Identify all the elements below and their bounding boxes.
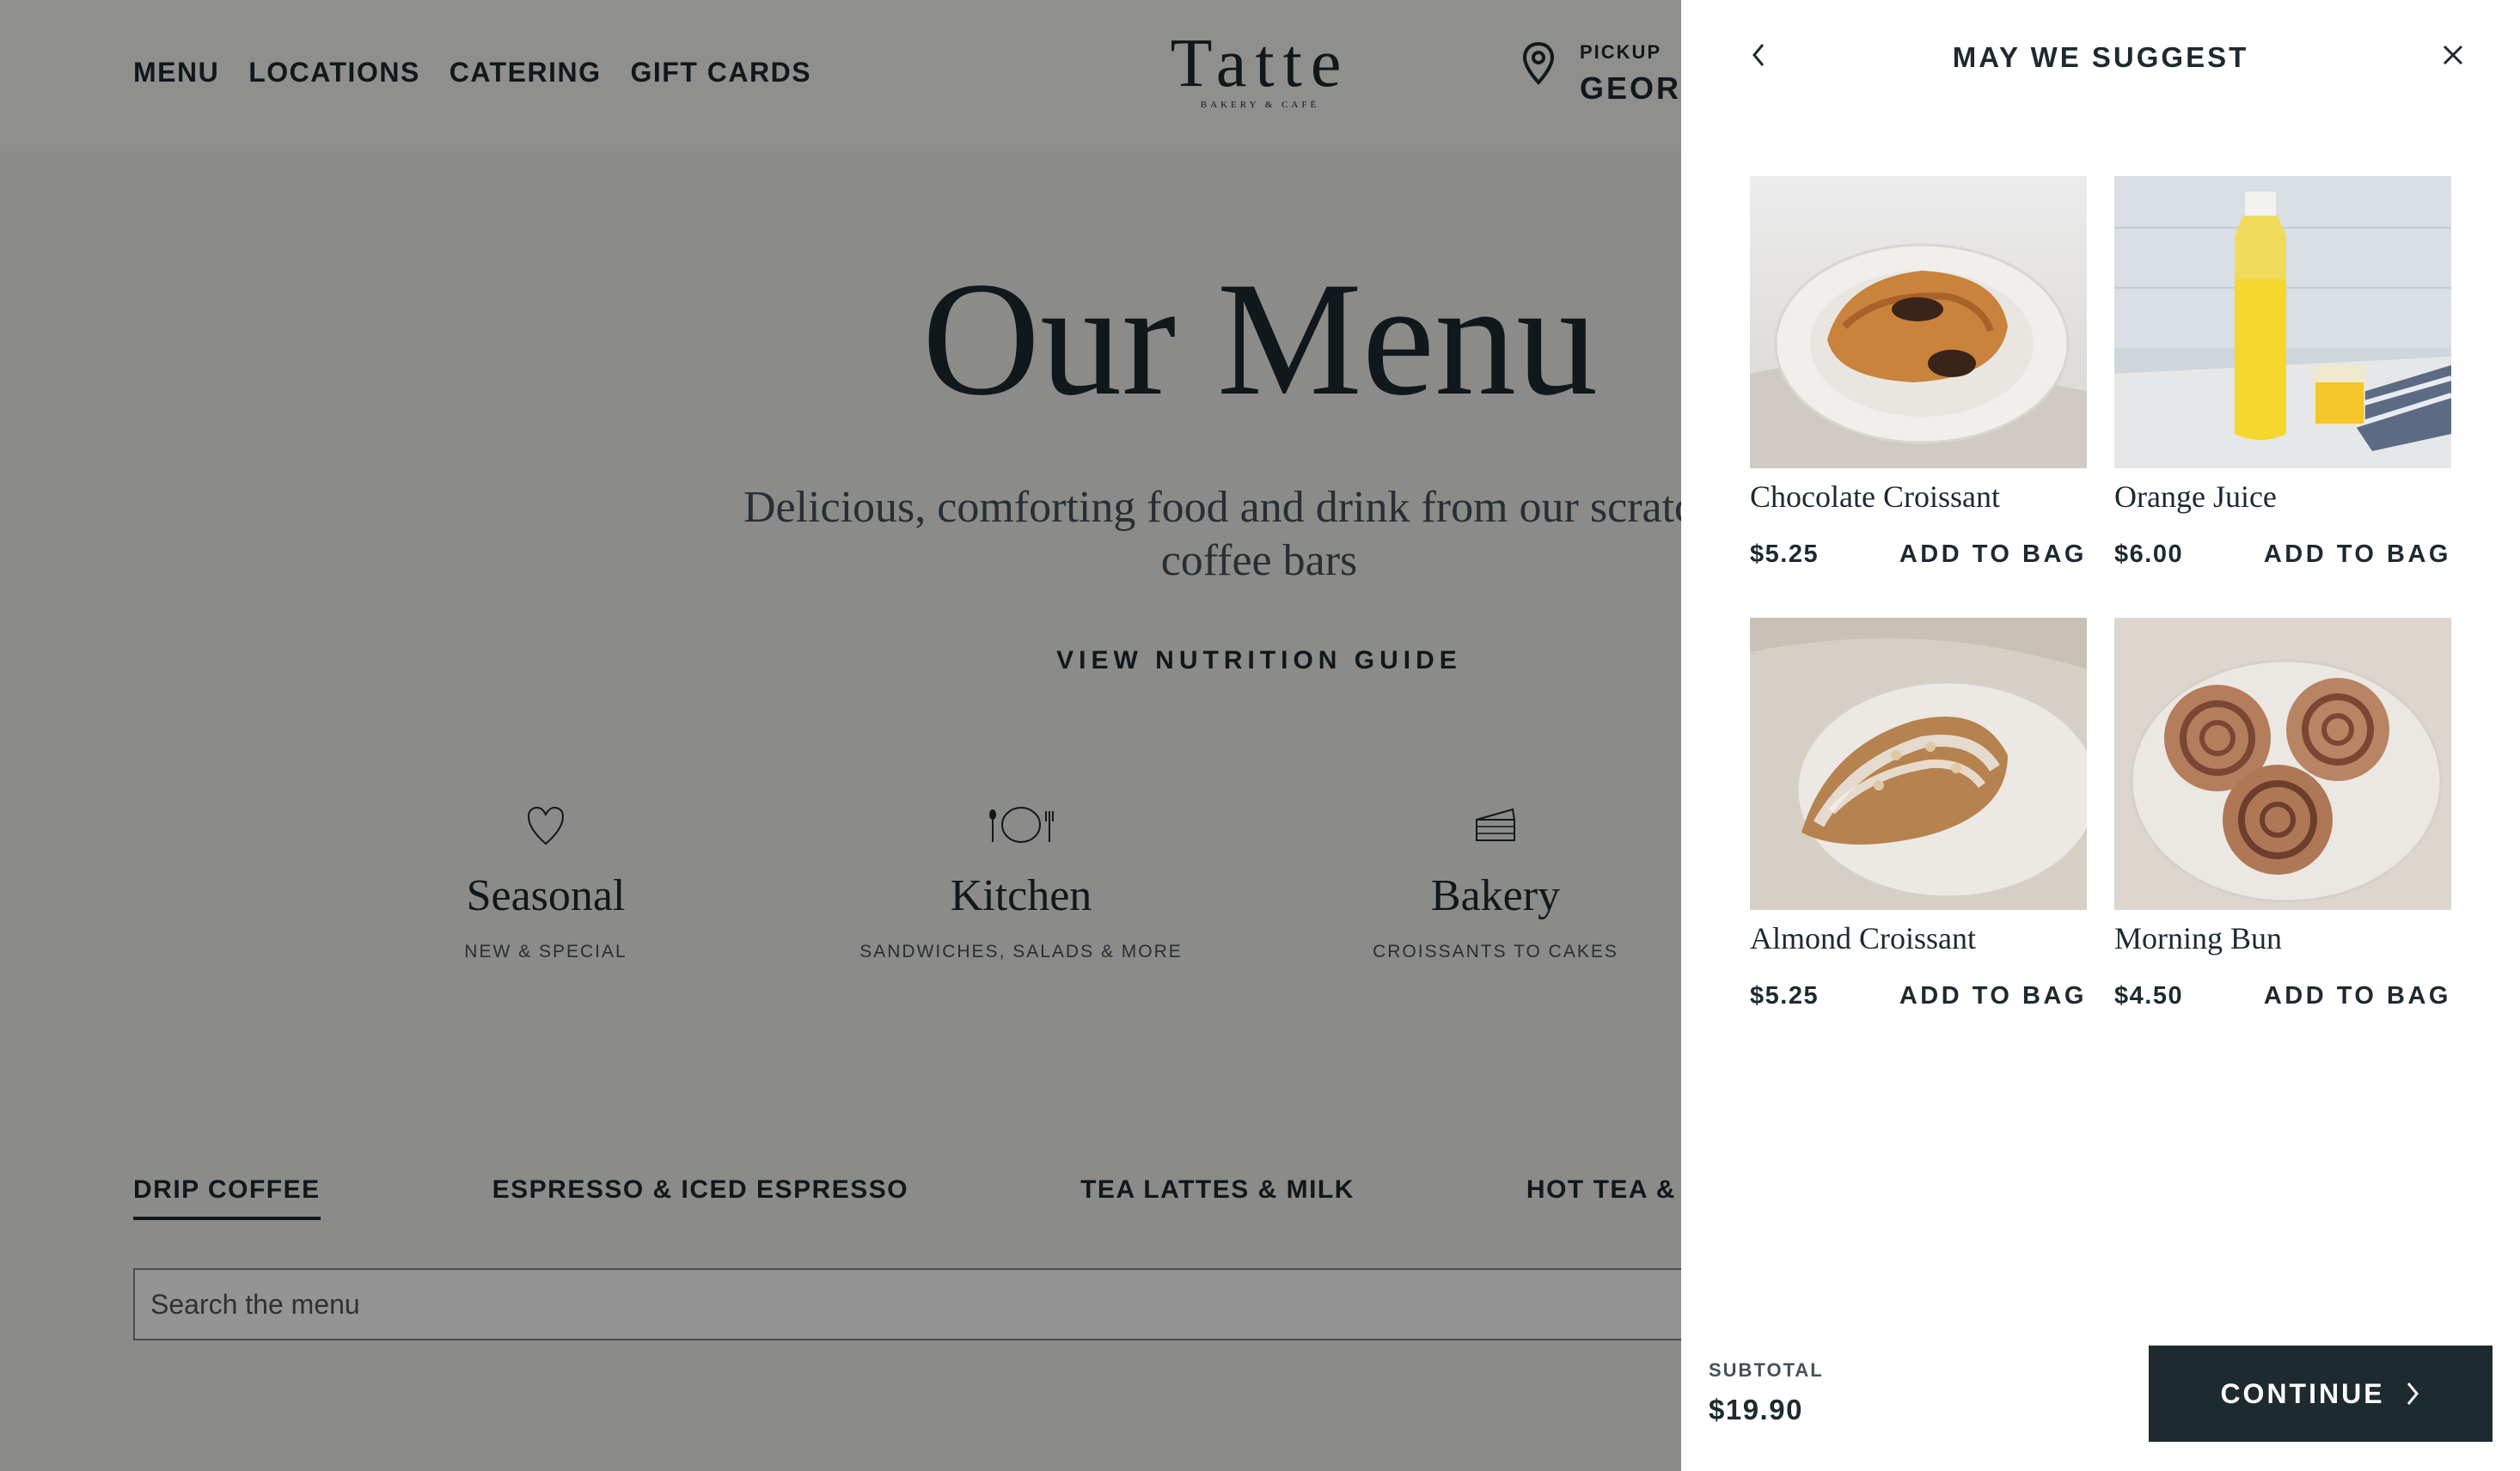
product-price: $5.25 <box>1750 540 1820 568</box>
product-name: Morning Bun <box>2114 921 2283 955</box>
drawer-title: MAY WE SUGGEST <box>1952 41 2249 73</box>
continue-label: CONTINUE <box>2220 1377 2385 1409</box>
close-button[interactable] <box>2432 34 2474 76</box>
product-price: $4.50 <box>2114 982 2184 1010</box>
close-icon <box>2443 45 2463 65</box>
continue-button[interactable]: CONTINUE <box>2149 1346 2492 1442</box>
product-image-morning-bun[interactable] <box>2114 618 2451 910</box>
product-card-almond-croissant: Almond Croissant $5.25 ADD TO BAG <box>1750 618 2087 1010</box>
product-price: $5.25 <box>1750 982 1820 1010</box>
product-price: $6.00 <box>2114 540 2184 568</box>
product-name: Chocolate Croissant <box>1750 479 2000 514</box>
chevron-right-icon <box>2407 1382 2419 1405</box>
modal-backdrop[interactable] <box>0 0 1681 1471</box>
product-card-morning-bun: Morning Bun $4.50 ADD TO BAG <box>2114 618 2451 1010</box>
product-name: Almond Croissant <box>1750 921 1977 955</box>
suggestions-drawer: MAY WE SUGGEST Chocolate Croissant $5.25… <box>1681 0 2520 1471</box>
subtotal-value: $19.90 <box>1709 1394 1803 1425</box>
add-to-bag-button[interactable]: ADD TO BAG <box>1899 540 2087 569</box>
add-to-bag-button[interactable]: ADD TO BAG <box>1899 982 2087 1010</box>
product-name: Orange Juice <box>2114 479 2277 514</box>
add-to-bag-button[interactable]: ADD TO BAG <box>2264 540 2451 569</box>
subtotal-label: SUBTOTAL <box>1709 1359 1824 1381</box>
product-image-chocolate-croissant[interactable] <box>1750 176 2087 468</box>
add-to-bag-button[interactable]: ADD TO BAG <box>2264 982 2451 1010</box>
product-image-almond-croissant[interactable] <box>1750 618 2087 910</box>
product-card-orange-juice: Orange Juice $6.00 ADD TO BAG <box>2114 176 2451 569</box>
product-card-chocolate-croissant: Chocolate Croissant $5.25 ADD TO BAG <box>1750 176 2087 569</box>
product-image-orange-juice[interactable] <box>2114 176 2451 468</box>
